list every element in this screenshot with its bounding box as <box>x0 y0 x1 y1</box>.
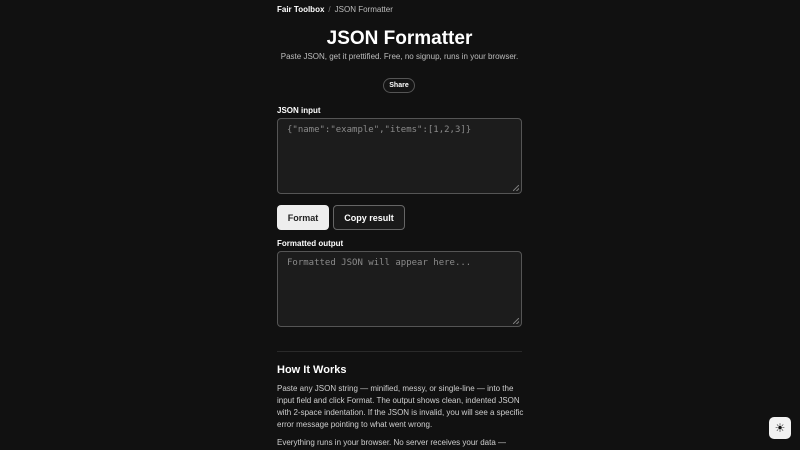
breadcrumb-current: JSON Formatter <box>334 5 393 14</box>
json-input-label: JSON input <box>277 106 321 115</box>
breadcrumb-separator: / <box>328 5 331 14</box>
formatted-output-label: Formatted output <box>277 239 344 248</box>
sun-icon: ☀ <box>774 421 786 435</box>
share-button[interactable]: Share <box>383 78 415 93</box>
resize-handle-icon[interactable] <box>513 185 519 191</box>
how-it-works-paragraph: Paste any JSON string — minified, messy,… <box>277 384 524 429</box>
json-input-textarea[interactable]: {"name":"example","items":[1,2,3]} <box>277 118 522 194</box>
how-it-works-paragraph-2: Everything runs in your browser. No serv… <box>277 438 506 447</box>
page: Fair Toolbox / JSON Formatter JSON Formatt… <box>0 0 800 450</box>
section-divider <box>277 351 522 352</box>
theme-toggle-button[interactable]: ☀ <box>769 417 791 439</box>
page-subtitle: Paste JSON, get it prettified. Free, no … <box>280 52 519 61</box>
copy-result-button[interactable]: Copy result <box>333 205 405 230</box>
how-it-works-heading: How It Works <box>277 364 347 376</box>
format-button[interactable]: Format <box>277 205 329 230</box>
breadcrumb: Fair Toolbox / JSON Formatter <box>277 5 393 14</box>
resize-handle-icon[interactable] <box>513 318 519 324</box>
breadcrumb-home-link[interactable]: Fair Toolbox <box>277 5 324 14</box>
formatted-output-placeholder: Formatted JSON will appear here... <box>287 258 472 268</box>
formatted-output-textarea[interactable]: Formatted JSON will appear here... <box>277 251 522 327</box>
json-input-placeholder: {"name":"example","items":[1,2,3]} <box>287 125 472 135</box>
page-title: JSON Formatter <box>326 28 473 49</box>
